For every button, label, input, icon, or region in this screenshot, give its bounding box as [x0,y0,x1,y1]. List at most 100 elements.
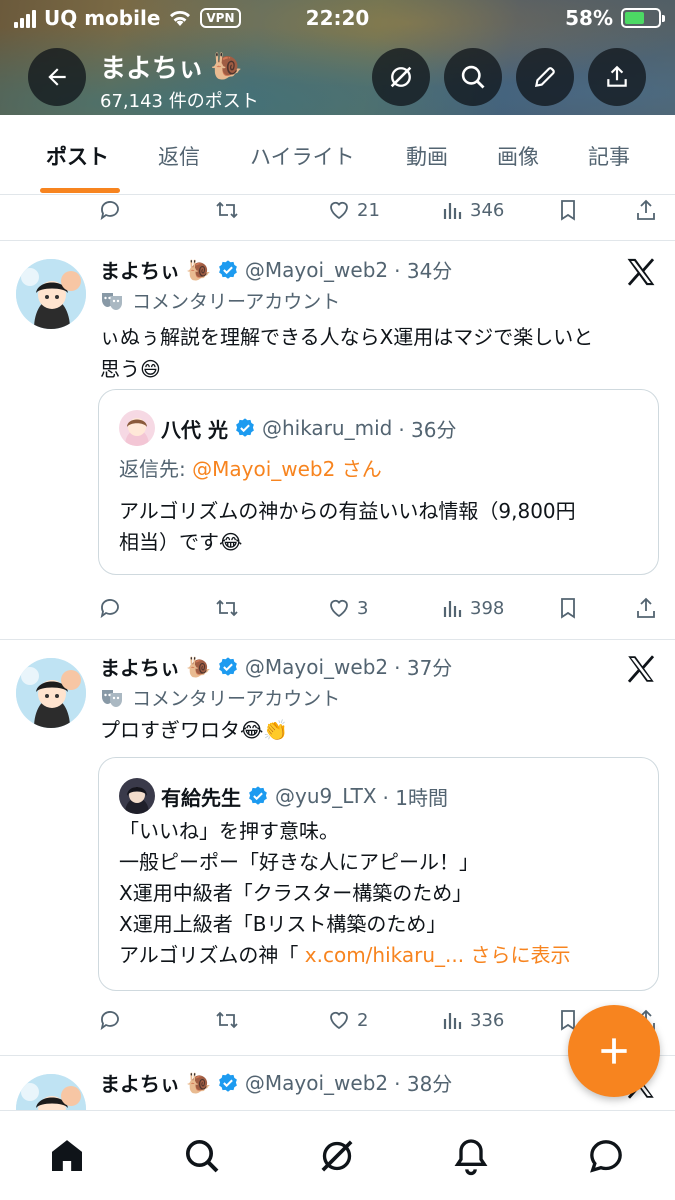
views-icon [443,1013,462,1029]
avatar[interactable] [16,658,86,728]
handle[interactable]: @Mayoi_web2 [245,1071,388,1095]
reply-button[interactable] [98,1005,122,1035]
display-name[interactable]: まよちぃ [100,255,180,284]
post-feed[interactable]: 21 346 まよちぃ 🐌 @Mayoi_web2 · 34分 コメンタリーアカ… [0,195,675,1110]
like-count: 21 [357,199,380,221]
like-button[interactable]: 21 [327,195,380,225]
post-count: 67,143 件のポスト [100,91,259,112]
bookmark-icon [561,200,575,221]
reply-to-line: 返信先: @Mayoi_web2 さん [119,454,639,485]
grin-emoji: 😄 [140,357,161,381]
bookmark-button[interactable] [557,593,579,623]
quoted-text-line: 相当）です [119,530,219,554]
search-icon [461,65,485,89]
post-time[interactable]: · 34分 [394,255,452,284]
battery-percent: 58% [565,6,613,30]
edit-button[interactable] [516,48,574,106]
tab-highlights[interactable]: ハイライト [250,141,355,171]
like-button[interactable]: 2 [327,1005,368,1035]
bell-icon [454,1139,488,1176]
verified-badge-icon [219,656,237,676]
nav-notifications[interactable] [450,1135,492,1177]
repost-button[interactable] [214,593,240,623]
reply-button[interactable] [98,195,122,225]
views-icon [443,601,462,617]
display-name[interactable]: まよちぃ [100,1068,180,1097]
quoted-text: 「いいね」を押す意味。 一般ピーポー「好きな人にアピール！」 X運用中級者「クラ… [119,816,639,971]
share-post-button[interactable] [635,195,657,225]
snail-emoji: 🐌 [186,1070,211,1095]
search-button[interactable] [444,48,502,106]
compose-post-button[interactable] [568,1005,660,1097]
tab-posts[interactable]: ポスト [46,141,109,171]
share-icon [637,597,655,618]
like-count: 2 [357,1009,369,1031]
snail-emoji: 🐌 [210,51,243,82]
quoted-text-line: X運用上級者「Bリスト構築のため」 [119,912,447,936]
view-count: 398 [470,597,505,619]
post-item[interactable]: まよちぃ 🐌 @Mayoi_web2 · 34分 コメンタリーアカウント ぃぬぅ… [0,241,675,639]
display-name[interactable]: まよちぃ [100,652,180,681]
avatar[interactable] [16,1074,86,1110]
quoted-text-line: 「いいね」を押す意味。 [119,819,339,843]
nav-home[interactable] [46,1135,88,1177]
nav-search[interactable] [181,1135,223,1177]
profile-header: UQ mobile VPN 22:20 58% まよちぃ 🐌 67,143 件のポ… [0,0,675,115]
show-more-link[interactable]: さらに表示 [470,943,570,967]
quoted-text-line: アルゴリズムの神からの有益いいね情報（9,800円 [119,499,576,523]
view-count: 346 [470,199,505,221]
heart-icon [330,599,348,618]
like-count: 3 [357,597,369,619]
post-time[interactable]: · 37分 [394,652,452,681]
post-header: まよちぃ 🐌 @Mayoi_web2 · 34分 [100,255,452,284]
status-bar: UQ mobile VPN 22:20 58% [0,0,675,38]
quoted-link[interactable]: x.com/hikaru_... [305,943,464,967]
like-button[interactable]: 3 [327,593,368,623]
active-tab-indicator [40,188,120,193]
share-icon [607,65,627,87]
nav-grok[interactable] [316,1135,358,1177]
heart-icon [330,201,348,220]
grok-button[interactable] [372,48,430,106]
chat-icon [590,1140,622,1173]
quoted-post[interactable]: 八代 光 @hikaru_mid · 36分 返信先: @Mayoi_web2 … [98,389,659,575]
verified-badge-icon [219,259,237,279]
nav-messages[interactable] [585,1135,627,1177]
reply-to-mention[interactable]: @Mayoi_web2 さん [192,457,382,481]
tab-articles[interactable]: 記事 [588,141,630,171]
views-button[interactable]: 346 [442,195,504,225]
handle[interactable]: @Mayoi_web2 [245,655,388,679]
quoted-post[interactable]: 有給先生 @yu9_LTX · 1時間 「いいね」を押す意味。 一般ピーポー「好… [98,757,659,991]
handle[interactable]: @Mayoi_web2 [245,258,388,282]
post-header: まよちぃ 🐌 @Mayoi_web2 · 38分 [100,1068,452,1097]
repost-button[interactable] [214,1005,240,1035]
quoted-handle: @yu9_LTX [275,784,377,808]
quoted-display-name: 有給先生 [161,785,241,810]
tab-images[interactable]: 画像 [497,141,539,171]
quoted-time: · 36分 [398,417,457,442]
views-button[interactable]: 336 [442,1005,504,1035]
tab-videos[interactable]: 動画 [406,141,448,171]
repost-icon [216,201,238,219]
share-button[interactable] [588,48,646,106]
avatar[interactable] [16,259,86,329]
reply-icon [100,1011,119,1031]
post-text-line: プロすぎワロタ [100,718,240,742]
snail-emoji: 🐌 [186,654,211,679]
joy-emoji: 😂 [240,718,264,742]
post-time[interactable]: · 38分 [394,1068,452,1097]
quoted-text-line: X運用中級者「クラスター構築のため」 [119,881,473,905]
back-button[interactable] [28,48,86,106]
bookmark-button[interactable] [557,195,579,225]
post-text-line: ぃぬぅ解説を理解できる人ならX運用はマジで楽しいと [100,325,594,349]
quoted-text-line: 一般ピーポー「好きな人にアピール！」 [119,850,479,874]
reply-button[interactable] [98,593,122,623]
tab-replies[interactable]: 返信 [158,141,200,171]
repost-button[interactable] [214,195,240,225]
views-button[interactable]: 398 [442,593,504,623]
view-count: 336 [470,1009,505,1031]
plus-icon [601,1038,627,1064]
post-item[interactable]: まよちぃ 🐌 @Mayoi_web2 · 37分 コメンタリーアカウント プロす… [0,640,675,1055]
post-text-line: 思う [100,357,140,381]
share-post-button[interactable] [635,593,657,623]
